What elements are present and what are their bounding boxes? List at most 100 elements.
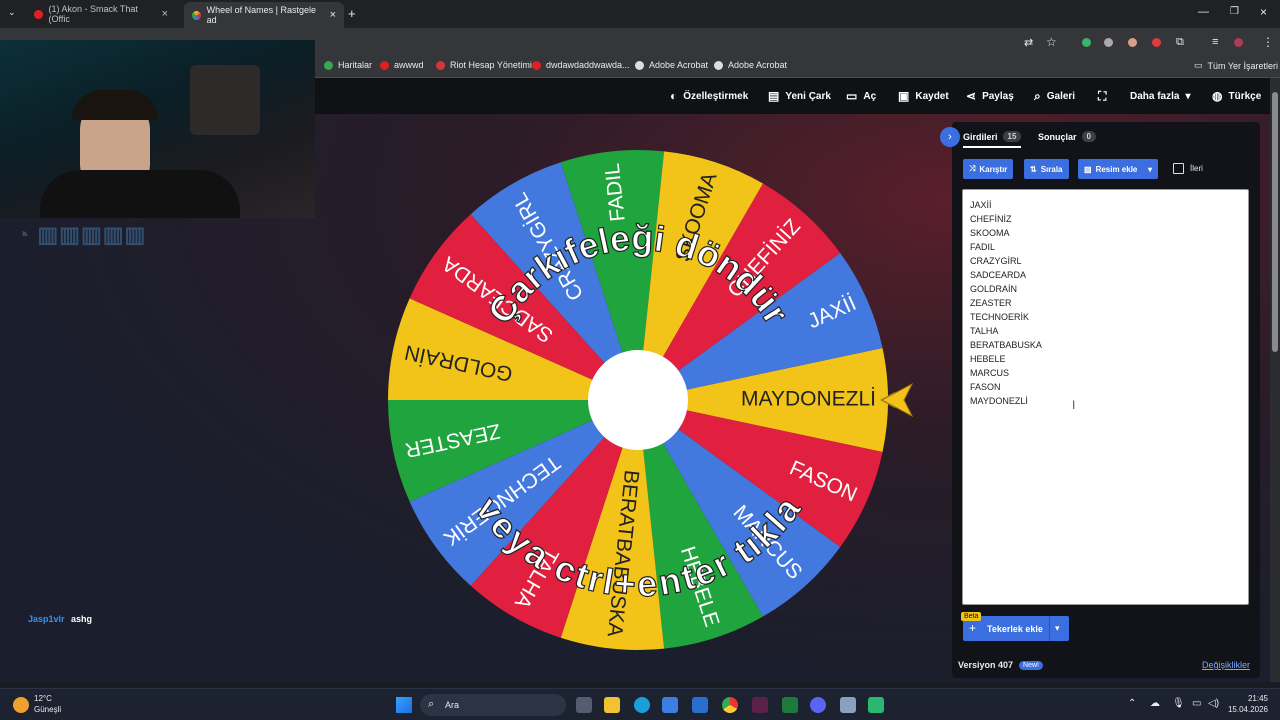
more-dropdown[interactable]: Daha fazla ▾ [1130,78,1191,114]
extension-icon[interactable] [1082,38,1091,47]
caret-down-icon: ▾ [1185,90,1191,102]
new-tab-icon[interactable]: + [348,6,356,21]
clock-time[interactable]: 21:45 [1236,694,1268,703]
restore-icon[interactable]: ❐ [1230,6,1239,17]
store-icon[interactable] [662,697,678,713]
nav-label: Daha fazla [1130,90,1180,102]
share-button[interactable]: ⋖ Paylaş [966,78,1014,114]
entry-line: TECHNOERİK [970,312,1030,322]
extension-icon[interactable] [1152,38,1161,47]
menu-kebab-icon[interactable]: ⋮ [1262,35,1274,49]
tab-results[interactable]: Sonuçlar 0 [1038,131,1096,142]
name-wheel[interactable]: MAYDONEZLİFASONMARCUSHEBELEBERATBABUSKAT… [385,147,895,657]
task-view-icon[interactable] [576,697,592,713]
image-icon: ▨ [1084,164,1092,174]
network-icon[interactable]: ☁ [1150,698,1160,709]
tab-entries[interactable]: Girdileri 15 [963,131,1022,148]
tab-title: Wheel of Names | Rastgele ad [206,5,317,25]
weather-icon[interactable] [13,697,29,713]
extension-icon[interactable] [1104,38,1113,47]
tray-chevron-icon[interactable]: ⌃ [1128,698,1136,709]
extension-icon[interactable] [1128,38,1137,47]
beta-badge: Beta [961,612,982,621]
customize-button[interactable]: ◐ Özelleştirmek [670,78,748,114]
search-icon: ⌕ [1034,88,1041,103]
entry-line: ZEASTER [970,298,1012,308]
sort-button[interactable]: ⇅ Sırala [1024,159,1069,179]
app-icon[interactable] [752,697,768,713]
save-button[interactable]: ▣ Kaydet [898,78,949,114]
new-badge: New! [1019,660,1043,670]
bookmark-adobe-2[interactable]: Adobe Acrobat [714,60,787,70]
edge-icon[interactable] [634,697,650,713]
app-icon[interactable] [782,697,798,713]
caret-down-icon[interactable]: ▾ [1055,623,1060,634]
bookmark-haritalar[interactable]: Haritalar [324,60,372,70]
gallery-button[interactable]: ⌕ Galeri [1034,78,1075,114]
profile-avatar[interactable] [1234,38,1243,47]
maps-icon [324,60,333,70]
bookmark-dwd[interactable]: dwdawdaddwawda... [532,60,630,70]
tab-wheel-of-names[interactable]: Wheel of Names | Rastgele ad × [184,2,344,28]
clock-date[interactable]: 15.04.2026 [1226,705,1268,714]
entry-line: SADCEARDA [970,270,1027,280]
taskbar-search[interactable]: ⌕ Ara [420,694,566,716]
app-icon[interactable] [840,697,856,713]
palette-icon: ◐ [670,89,678,103]
entry-line: BERATBABUSKA [970,340,1042,350]
bookmark-awwwd[interactable]: awwwd [380,60,424,70]
translate-icon[interactable]: ⇄ [1024,36,1033,49]
window-close-icon[interactable]: × [1260,5,1267,19]
advanced-label: İleri [1190,164,1203,173]
entry-line: MAYDONEZLİ [970,396,1028,406]
riot-icon [436,60,445,70]
fullscreen-button[interactable]: ⛶ [1098,78,1106,114]
windows-start-icon[interactable] [396,697,412,713]
youtube-icon [380,60,389,70]
volume-icon[interactable]: ◁) [1208,698,1219,709]
entry-line: SKOOMA [970,228,1010,238]
language-selector[interactable]: ◍ Türkçe [1212,78,1261,114]
entry-line: FADIL [970,242,996,252]
nav-label: Paylaş [982,90,1014,102]
new-wheel-button[interactable]: ▤ Yeni Çark [768,78,831,114]
mic-icon[interactable]: 🎙 [1172,698,1185,709]
app-icon[interactable] [868,697,884,713]
tab-title: (1) Akon - Smack That (Offic [48,4,138,24]
tab-youtube[interactable]: (1) Akon - Smack That (Offic × [26,4,176,24]
bookmark-star-icon[interactable]: ☆ [1046,35,1057,49]
stream-chat-message: Jasp1vlr ashg [28,614,92,624]
tab-list-icon[interactable]: ⌄ [8,7,16,18]
nav-label: Aç [863,90,877,102]
weather-temp: 12°C [34,694,52,703]
plus-icon: + [969,621,977,635]
collapse-panel-icon[interactable]: › [940,127,960,147]
wheel-center[interactable] [588,350,688,450]
close-icon[interactable]: × [330,9,336,21]
file-explorer-icon[interactable] [604,697,620,713]
outlook-icon[interactable] [692,697,708,713]
entry-line: JAXİİ [970,200,992,210]
wheel-favicon-icon [192,10,201,20]
bookmark-adobe-1[interactable]: Adobe Acrobat [635,60,708,70]
changelog-link[interactable]: Değişiklikler [1202,660,1250,670]
display-icon[interactable]: ▭ [1192,698,1201,709]
minimize-icon[interactable]: — [1198,6,1209,18]
discord-icon[interactable] [810,697,826,713]
scrollbar-thumb[interactable] [1272,92,1278,352]
close-icon[interactable]: × [162,8,168,20]
bookmark-label: Tüm Yer İşaretleri [1207,60,1279,71]
open-button[interactable]: ▭ Aç [846,78,876,114]
extensions-puzzle-icon[interactable]: ⧉ [1176,36,1184,49]
chrome-icon[interactable] [722,697,738,713]
bookmark-riot[interactable]: Riot Hesap Yönetimi [436,60,532,70]
all-bookmarks[interactable]: ▭ Tüm Yer İşaretleri [1194,60,1278,71]
advanced-checkbox[interactable] [1173,163,1184,174]
entries-textarea[interactable]: JAXİİ CHEFİNİZ SKOOMA FADIL CRAZYGİRL SADCEAR… [962,189,1249,605]
weather-desc: Güneşli [34,705,62,714]
youtube-icon [34,9,43,19]
add-image-button[interactable]: ▨ Resim ekle ▾ [1078,159,1158,179]
reading-list-icon[interactable]: ≡ [1212,36,1218,48]
button-label: Sırala [1040,164,1063,174]
shuffle-button[interactable]: ⤨ Karıştır [963,159,1014,179]
